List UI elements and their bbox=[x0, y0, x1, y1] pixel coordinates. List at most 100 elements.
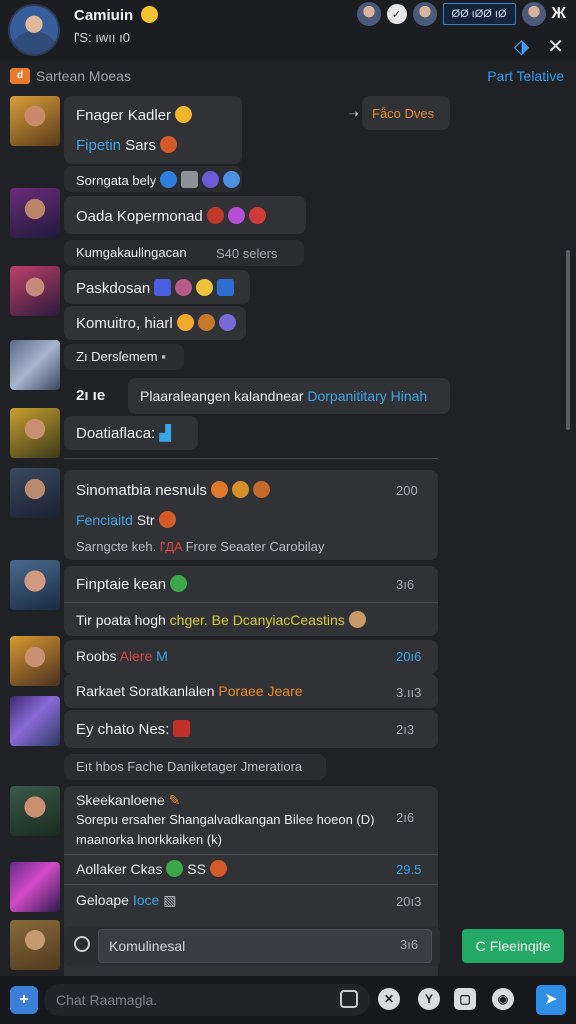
highlight-text: Poraee Jeare bbox=[218, 683, 303, 699]
sender-name: Geloape bbox=[76, 892, 129, 908]
message-text: Doatiaflaca: ▟ bbox=[76, 424, 171, 442]
header-actions: ⬗ ✕ bbox=[514, 34, 564, 59]
message-time: 20ı3 bbox=[396, 894, 422, 909]
reply-avatar[interactable] bbox=[10, 920, 60, 970]
verified-icon[interactable]: ✓ bbox=[386, 4, 407, 24]
fire-emoji-icon bbox=[160, 136, 178, 153]
sender-avatar[interactable] bbox=[10, 786, 60, 836]
sender-avatar[interactable] bbox=[10, 96, 60, 146]
reaction-emoji-icon[interactable] bbox=[160, 171, 178, 188]
pin-icon[interactable]: ⬗ bbox=[514, 34, 529, 59]
message-link[interactable]: Dorpanititary Hinah bbox=[307, 388, 427, 404]
reaction-emoji-icon[interactable] bbox=[223, 171, 241, 188]
message-text: Finptaie kean bbox=[76, 575, 188, 593]
sender-avatar[interactable] bbox=[10, 266, 60, 316]
edit-icon[interactable]: ▪ bbox=[161, 349, 166, 364]
message-fragment: Sars bbox=[125, 137, 157, 154]
reaction-emoji-icon[interactable] bbox=[202, 171, 220, 188]
image-icon[interactable]: ▢ bbox=[454, 988, 476, 1010]
gif-icon[interactable]: ✕ bbox=[378, 988, 400, 1010]
smile-emoji-icon bbox=[141, 6, 159, 23]
divider bbox=[64, 458, 438, 459]
header-tab[interactable]: ØØ ıØØ ıØ bbox=[442, 3, 516, 25]
sender-name: Roobs bbox=[76, 648, 117, 664]
mention-link[interactable]: Fipetin bbox=[76, 137, 121, 154]
sender-avatar[interactable] bbox=[10, 862, 60, 912]
header-x-icon[interactable]: Ж bbox=[552, 5, 566, 23]
message-fragment: Komuitro, hiarl bbox=[76, 315, 173, 332]
send-reply-button[interactable]: C Fleeinqite bbox=[462, 929, 564, 963]
channel-name: Sartean Moeas bbox=[36, 68, 131, 84]
sender-name: Oada Kopermonad bbox=[76, 208, 203, 225]
message-time: 3ı6 bbox=[396, 577, 415, 592]
reply-time: 3ı6 bbox=[400, 937, 419, 952]
emoji-icon bbox=[248, 207, 266, 224]
attach-icon[interactable] bbox=[340, 990, 358, 1008]
reaction-emoji-icon[interactable] bbox=[181, 171, 199, 188]
add-icon[interactable]: + bbox=[10, 986, 38, 1014]
message-time: 200 bbox=[396, 483, 418, 498]
fire-emoji-icon bbox=[158, 511, 176, 528]
composer-bar: + Chat Raamagla. ✕ Y ▢ ◉ ➤ bbox=[0, 976, 576, 1024]
message-text: Tir poata hogh chger. Be DcanyiacCeastin… bbox=[76, 611, 366, 628]
file-icon[interactable]: ▧ bbox=[163, 892, 176, 908]
divider bbox=[64, 884, 438, 885]
mention-link[interactable]: Fenciaitd bbox=[76, 512, 133, 528]
emoji-icon bbox=[176, 314, 194, 331]
sender-avatar[interactable] bbox=[10, 636, 60, 686]
sender-name: Skeekanloene bbox=[76, 792, 165, 808]
sticker-icon[interactable]: Y bbox=[418, 988, 440, 1010]
emoji-icon: ✎ bbox=[168, 792, 181, 808]
reaction-label: Sorngata bely bbox=[76, 173, 157, 188]
channel-link[interactable]: Part Telative bbox=[487, 68, 564, 84]
send-reply-icon: C bbox=[475, 938, 486, 954]
participant-avatar-2[interactable] bbox=[412, 2, 437, 26]
sender-name: Aollaker Ckas bbox=[76, 861, 163, 877]
sender-avatar[interactable] bbox=[10, 408, 60, 458]
sender-avatar[interactable] bbox=[10, 340, 60, 390]
participant-avatar-3[interactable] bbox=[521, 2, 546, 26]
message-fragment: Zı Dersſemem bbox=[76, 349, 158, 364]
sender-name: Finptaie kean bbox=[76, 576, 167, 593]
emoji-icon bbox=[210, 481, 228, 498]
contact-avatar[interactable] bbox=[8, 4, 60, 56]
message-text: Oada Kopermonad bbox=[76, 207, 266, 225]
mention-link[interactable]: M bbox=[156, 648, 168, 664]
mention-link[interactable]: Ioce bbox=[133, 892, 159, 908]
contact-name-text: Camiuin bbox=[74, 7, 134, 24]
message-fragment: Str bbox=[136, 512, 155, 528]
message-time: 3.ıı3 bbox=[396, 685, 422, 700]
emoji-icon bbox=[173, 720, 191, 737]
reply-icon[interactable] bbox=[74, 936, 90, 952]
sender-name: Doatiaflaca: bbox=[76, 425, 156, 442]
scrollbar[interactable] bbox=[566, 250, 570, 430]
reply-input[interactable]: Komulinesal bbox=[98, 929, 432, 963]
emoji-icon bbox=[175, 106, 193, 123]
sender-avatar[interactable] bbox=[10, 468, 60, 518]
emoji-icon bbox=[206, 207, 224, 224]
chat-header: Camiuin ſ'S: ıwıı ı0 ✓ ØØ ıØØ ıØ Ж ⬗ ✕ bbox=[0, 0, 576, 60]
sender-name: Fnager Kadler bbox=[76, 107, 172, 124]
participant-avatar[interactable] bbox=[356, 2, 381, 26]
message-list[interactable]: Fnager Kadler Fipetin Sars ➝ Fǟco Dves S… bbox=[0, 90, 576, 1006]
contact-status: ſ'S: ıwıı ı0 bbox=[74, 30, 130, 45]
send-icon[interactable]: ➤ bbox=[536, 985, 566, 1015]
chat-input[interactable]: Chat Raamagla. bbox=[44, 984, 370, 1016]
sender-avatar[interactable] bbox=[10, 188, 60, 238]
attachment-icon[interactable]: ▟ bbox=[159, 425, 171, 442]
sender-avatar[interactable] bbox=[10, 696, 60, 746]
message-time: 20ı6 bbox=[396, 649, 422, 664]
camera-icon[interactable]: ◉ bbox=[492, 988, 514, 1010]
message-text: Roobs Alere M bbox=[76, 648, 168, 664]
sender-avatar[interactable] bbox=[10, 560, 60, 610]
highlight-tag: Alere bbox=[119, 648, 153, 664]
close-icon[interactable]: ✕ bbox=[547, 34, 564, 59]
message-time: 2ı3 bbox=[396, 722, 415, 737]
divider bbox=[64, 854, 438, 855]
sender-name: Paskdosan bbox=[76, 280, 151, 297]
side-text-label: Fǟco Dves bbox=[372, 106, 435, 121]
send-reply-label: Fleeinqite bbox=[489, 938, 551, 954]
forward-arrow-icon[interactable]: ➝ bbox=[348, 106, 359, 122]
message-text: Fipetin Sars bbox=[76, 136, 178, 154]
message-time: 2ı6 bbox=[396, 810, 415, 825]
